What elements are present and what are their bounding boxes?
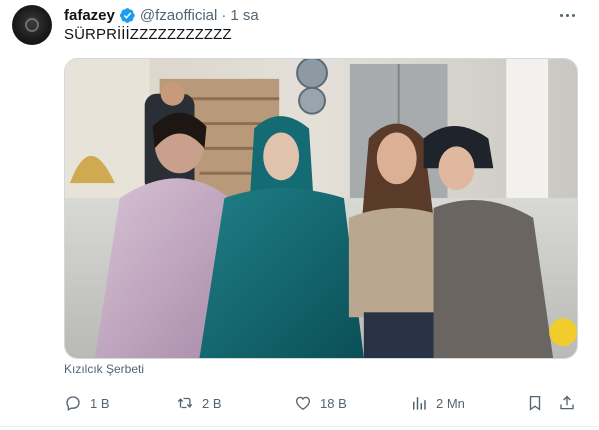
tweet-card[interactable]: fafazey @fzaofficial · 1 sa SÜRPRİİİZZZZ… [0, 0, 599, 430]
views-count: 2 Mn [436, 395, 465, 411]
avatar-icon [25, 18, 39, 32]
tweet-divider [0, 426, 599, 427]
retweet-count: 2 B [202, 395, 222, 411]
more-options-button[interactable] [557, 6, 577, 24]
share-icon [560, 395, 574, 410]
more-dot [565, 13, 569, 17]
tweet-header: fafazey @fzaofficial · 1 sa [64, 5, 259, 25]
retweet-icon [177, 397, 193, 409]
bookmark-icon [529, 395, 541, 411]
more-dot [559, 13, 563, 17]
like-button[interactable]: 18 B [294, 392, 347, 414]
views-button[interactable]: 2 Mn [410, 392, 465, 414]
heart-icon [295, 396, 311, 411]
author-avatar[interactable] [12, 5, 52, 45]
photo-illustration [65, 59, 577, 358]
reply-icon [66, 396, 80, 411]
share-button[interactable] [558, 392, 576, 414]
reply-count: 1 B [90, 395, 110, 411]
author-handle[interactable]: @fzaofficial [140, 7, 217, 24]
views-chart-icon [413, 397, 426, 410]
tweet-timestamp[interactable]: 1 sa [230, 7, 258, 24]
more-dot [571, 13, 575, 17]
tweet-actions: 1 B 2 B 18 B 2 Mn [64, 392, 578, 414]
bookmark-button[interactable] [526, 392, 544, 414]
separator-dot: · [221, 6, 227, 24]
like-count: 18 B [320, 395, 347, 411]
tweet-text: SÜRPRİİİZZZZZZZZZZZ [64, 26, 232, 43]
tweet-photo[interactable] [64, 58, 578, 359]
author-name[interactable]: fafazey [64, 7, 115, 24]
media-caption[interactable]: Kızılcık Şerbeti [64, 362, 144, 376]
retweet-button[interactable]: 2 B [176, 392, 222, 414]
reply-button[interactable]: 1 B [64, 392, 110, 414]
verified-badge-icon [119, 7, 135, 23]
